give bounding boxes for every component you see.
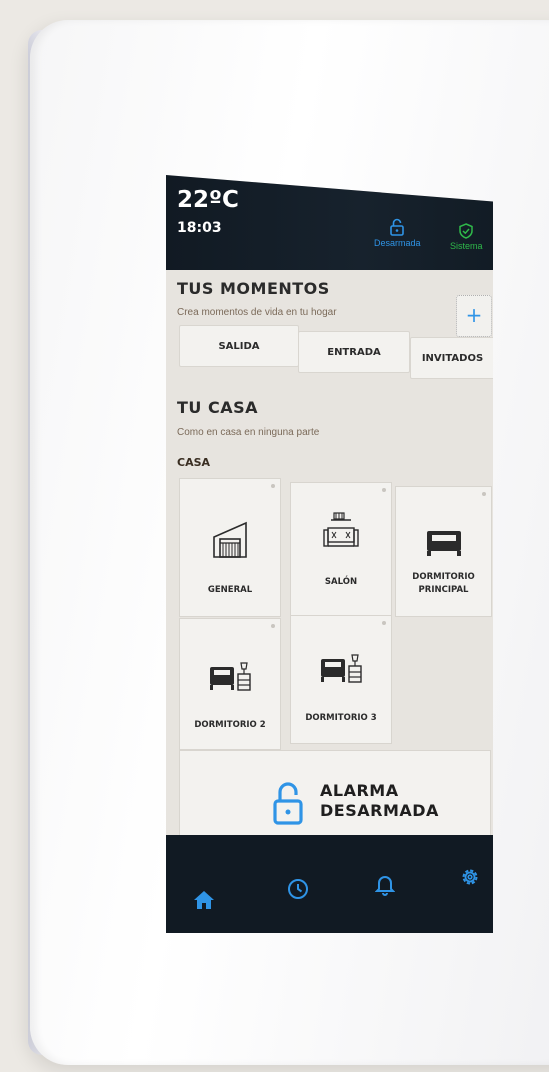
add-moment-button[interactable]: +	[456, 295, 492, 337]
shield-check-icon	[459, 223, 473, 239]
plus-icon: +	[465, 303, 483, 327]
room-indicator-dot	[382, 621, 386, 625]
alarm-status-indicator[interactable]: Desarmada	[374, 218, 421, 248]
room-indicator-dot	[382, 488, 386, 492]
moments-title: TUS MOMENTOS	[177, 279, 330, 298]
lock-icon	[390, 218, 405, 236]
sofa-icon	[323, 512, 359, 547]
room-card-dormitorio-principal[interactable]: DORMITORIO PRINCIPAL	[395, 486, 492, 617]
room-indicator-dot	[482, 492, 486, 496]
moment-button-salida[interactable]: SALIDA	[179, 325, 299, 367]
garage-icon	[213, 521, 247, 558]
room-indicator-dot	[271, 624, 275, 628]
lock-status-label: Desarmada	[374, 238, 421, 248]
bed-icon	[426, 531, 461, 556]
room-label: DORMITORIO 2	[180, 719, 280, 732]
room-indicator-dot	[271, 484, 275, 488]
lock-icon	[273, 782, 303, 825]
house-subtitle: Como en casa en ninguna parte	[177, 427, 320, 438]
moment-button-invitados[interactable]: INVITADOS	[410, 337, 493, 379]
gear-icon[interactable]	[459, 866, 481, 888]
bed-nightstand-icon	[210, 662, 251, 691]
moment-button-label: SALIDA	[218, 340, 260, 352]
room-label: DORMITORIO PRINCIPAL	[396, 571, 491, 597]
room-label: GENERAL	[180, 584, 280, 597]
temperature-readout: 22ºC	[177, 187, 239, 213]
room-card-general[interactable]: GENERAL	[179, 478, 281, 617]
bed-nightstand-icon	[321, 654, 362, 683]
moment-button-label: ENTRADA	[327, 346, 381, 358]
alarm-status-text: ALARMA DESARMADA	[320, 781, 439, 821]
room-label-line1: SALÓN	[324, 577, 358, 587]
room-label: DORMITORIO 3	[291, 712, 391, 725]
room-label: SALÓN	[291, 576, 391, 589]
clock-readout: 18:03	[177, 220, 222, 236]
room-label-line1: GENERAL	[207, 585, 253, 595]
moments-subtitle: Crea momentos de vida en tu hogar	[177, 307, 337, 318]
house-title: TU CASA	[177, 398, 259, 417]
system-status-indicator[interactable]: Sistema	[450, 223, 483, 251]
bell-icon[interactable]	[375, 874, 395, 896]
touch-screen: 22ºC 18:03 Desarmada Sistema TUS MOMENTO…	[166, 175, 493, 933]
alarm-status-line2: DESARMADA	[320, 801, 439, 820]
room-label-line1: DORMITORIO 3	[305, 713, 377, 723]
system-status-label: Sistema	[450, 241, 483, 251]
moment-button-entrada[interactable]: ENTRADA	[298, 331, 410, 373]
moment-button-label: INVITADOS	[421, 352, 484, 364]
room-card-dormitorio-3[interactable]: DORMITORIO 3	[290, 615, 392, 744]
bottom-nav-bar	[166, 835, 493, 933]
room-card-dormitorio-2[interactable]: DORMITORIO 2	[179, 618, 281, 750]
clock-icon[interactable]	[287, 878, 309, 900]
room-label-line1: DORMITORIO	[412, 572, 475, 582]
room-label-line1: DORMITORIO 2	[194, 720, 266, 730]
alarm-toggle-button[interactable]: ALARMA DESARMADA	[179, 750, 491, 847]
alarm-status-line1: ALARMA	[320, 781, 399, 800]
home-icon[interactable]	[193, 890, 215, 910]
house-section-label: CASA	[177, 456, 211, 469]
room-card-salon[interactable]: SALÓN	[290, 482, 392, 617]
room-label-line2: PRINCIPAL	[418, 585, 469, 595]
